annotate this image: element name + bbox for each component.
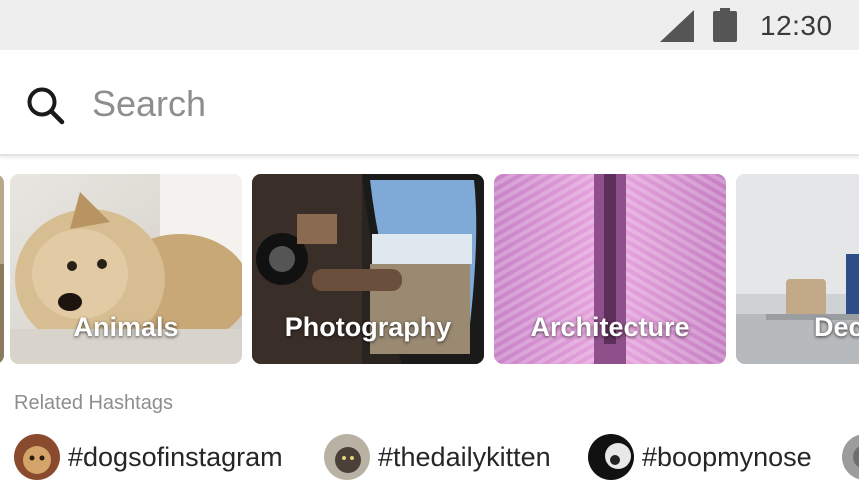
hashtag-label: #thedailykitten <box>378 442 551 472</box>
cell-signal-icon <box>660 10 694 42</box>
category-label: Dec <box>814 312 859 342</box>
hashtag-label: #boopmynose <box>642 442 812 472</box>
category-label: Photography <box>284 312 452 342</box>
hashtag-chip[interactable]: #boopmynose <box>588 432 834 484</box>
hashtag-chip[interactable]: #dogsofinstagram <box>14 432 314 484</box>
category-card-partial[interactable] <box>0 174 4 364</box>
category-label: Architecture <box>530 312 690 342</box>
related-hashtags-heading: Related Hashtags <box>14 392 173 414</box>
search-icon[interactable] <box>24 84 70 130</box>
category-label: Animals <box>73 312 179 342</box>
category-image <box>0 174 4 364</box>
category-card-animals[interactable]: Animals <box>10 174 242 364</box>
category-card-architecture[interactable]: Architecture <box>494 174 726 364</box>
category-card-decor[interactable]: Dec <box>736 174 859 364</box>
hashtag-chip-partial[interactable] <box>842 432 859 484</box>
hashtag-label: #dogsofinstagram <box>68 442 283 472</box>
hashtag-avatar <box>324 434 370 480</box>
category-carousel: Animals Photography Architecture Dec <box>0 174 859 366</box>
hashtag-avatar <box>14 434 60 480</box>
hashtag-avatar <box>842 434 859 480</box>
search-input[interactable] <box>92 78 812 130</box>
battery-icon <box>713 8 737 42</box>
status-bar: 12:30 <box>0 0 859 50</box>
hashtag-chip[interactable]: #thedailykitten <box>324 432 576 484</box>
status-time: 12:30 <box>760 10 833 41</box>
search-bar <box>0 50 859 156</box>
hashtag-avatar <box>588 434 634 480</box>
category-card-photography[interactable]: Photography <box>252 174 484 364</box>
